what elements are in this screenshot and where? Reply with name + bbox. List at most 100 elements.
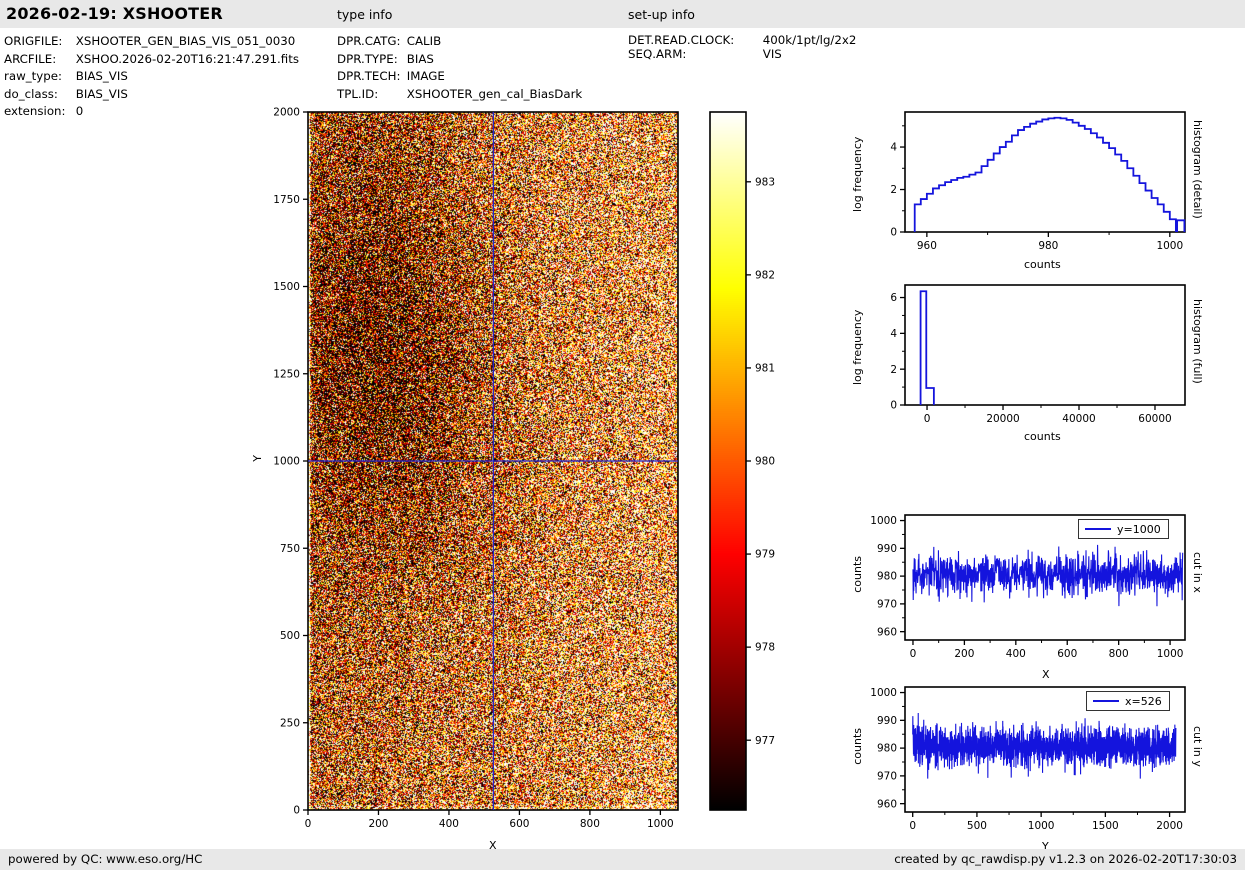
svg-text:1500: 1500	[273, 281, 300, 293]
svg-text:978: 978	[755, 642, 775, 654]
field-label: DPR.TYPE:	[337, 51, 398, 66]
type-info-heading: type info	[337, 7, 393, 22]
svg-text:60000: 60000	[1138, 413, 1171, 425]
svg-text:600: 600	[1057, 648, 1077, 660]
field-value: 400k/1pt/lg/2x2	[762, 33, 857, 47]
svg-text:960: 960	[877, 626, 897, 638]
svg-text:990: 990	[877, 715, 897, 727]
field-label: do_class:	[4, 86, 58, 101]
svg-text:982: 982	[755, 269, 775, 281]
legend-label: x=526	[1125, 694, 1162, 708]
cut-in-y-side-label: cut in y	[1191, 726, 1204, 767]
svg-text:1250: 1250	[273, 368, 300, 380]
hist-full-ylabel: log frequency	[851, 309, 864, 385]
svg-text:40000: 40000	[1062, 413, 1095, 425]
svg-text:1000: 1000	[1157, 648, 1184, 660]
field-label: DPR.TECH:	[337, 69, 401, 83]
svg-text:500: 500	[967, 820, 987, 832]
svg-text:1000: 1000	[1028, 820, 1055, 832]
footer-bar: powered by QC: www.eso.org/HC created by…	[0, 849, 1245, 870]
info-row-seqarm: SEQ.ARM: VIS	[628, 47, 782, 61]
field-value: XSHOOTER_gen_cal_BiasDark	[406, 86, 583, 101]
hist-detail-ylabel: log frequency	[851, 136, 864, 212]
field-value: VIS	[762, 47, 782, 61]
svg-text:970: 970	[877, 770, 897, 782]
svg-text:1000: 1000	[273, 456, 300, 468]
svg-text:4: 4	[890, 142, 897, 154]
field-value: BIAS_VIS	[75, 86, 128, 101]
field-label: extension:	[4, 104, 66, 118]
cut-in-y-legend: x=526	[1086, 691, 1170, 711]
svg-text:979: 979	[755, 549, 775, 561]
footer-powered-by: powered by QC: www.eso.org/HC	[8, 852, 203, 866]
svg-text:980: 980	[877, 571, 897, 583]
svg-text:0: 0	[293, 805, 300, 817]
svg-text:1000: 1000	[1156, 240, 1183, 252]
info-row-doclass: do_class: BIAS_VIS	[4, 87, 128, 101]
field-value: XSHOO.2026-02-20T16:21:47.291.fits	[75, 51, 299, 66]
footer-created-by: created by qc_rawdisp.py v1.2.3 on 2026-…	[894, 852, 1237, 866]
svg-text:250: 250	[280, 717, 300, 729]
cut-in-x-legend: y=1000	[1078, 519, 1169, 539]
setup-info-heading: set-up info	[628, 7, 695, 22]
field-label: DPR.CATG:	[337, 34, 401, 48]
svg-text:0: 0	[910, 648, 917, 660]
field-label: SEQ.ARM:	[628, 47, 687, 61]
svg-text:500: 500	[280, 630, 300, 642]
svg-text:1750: 1750	[273, 194, 300, 206]
info-row-dprtech: DPR.TECH: IMAGE	[337, 69, 445, 83]
svg-text:800: 800	[1109, 648, 1129, 660]
svg-text:2: 2	[890, 364, 897, 376]
bias-image-heatmap	[308, 112, 678, 810]
field-value: XSHOOTER_GEN_BIAS_VIS_051_0030	[75, 34, 296, 48]
info-row-rawtype: raw_type: BIAS_VIS	[4, 69, 128, 83]
field-value: IMAGE	[406, 69, 445, 83]
svg-text:1000: 1000	[870, 515, 897, 527]
colorbar	[710, 112, 746, 810]
svg-text:981: 981	[755, 363, 775, 375]
svg-text:800: 800	[580, 818, 600, 830]
hist-detail-side-label: histogram (detail)	[1191, 120, 1204, 219]
svg-text:983: 983	[755, 176, 775, 188]
svg-text:977: 977	[755, 735, 775, 747]
field-value: BIAS	[406, 51, 434, 66]
svg-text:0: 0	[890, 227, 897, 239]
svg-text:990: 990	[877, 543, 897, 555]
svg-text:0: 0	[890, 400, 897, 412]
svg-text:0: 0	[305, 818, 312, 830]
page-title: 2026-02-19: XSHOOTER	[6, 4, 223, 23]
info-row-extension: extension: 0	[4, 104, 83, 118]
svg-text:1500: 1500	[1092, 820, 1119, 832]
field-label: DET.READ.CLOCK:	[628, 33, 735, 47]
cut-in-x-xlabel: X	[1042, 668, 1050, 681]
svg-text:970: 970	[877, 598, 897, 610]
svg-text:200: 200	[954, 648, 974, 660]
field-value: CALIB	[406, 34, 442, 48]
info-row-tplid: TPL.ID: XSHOOTER_gen_cal_BiasDark	[337, 87, 582, 101]
cut-in-y-ylabel: counts	[851, 728, 864, 765]
main-ylabel: Y	[251, 455, 264, 462]
svg-text:600: 600	[509, 818, 529, 830]
cut-in-x-side-label: cut in x	[1191, 552, 1204, 593]
hist-full-side-label: histogram (full)	[1191, 299, 1204, 384]
info-row-origfile: ORIGFILE: XSHOOTER_GEN_BIAS_VIS_051_0030	[4, 34, 295, 48]
info-row-readclock: DET.READ.CLOCK: 400k/1pt/lg/2x2	[628, 33, 856, 47]
svg-text:980: 980	[755, 456, 775, 468]
svg-text:980: 980	[877, 743, 897, 755]
svg-text:400: 400	[1006, 648, 1026, 660]
svg-text:200: 200	[368, 818, 388, 830]
field-label: raw_type:	[4, 69, 62, 83]
legend-label: y=1000	[1117, 522, 1161, 536]
svg-text:0: 0	[909, 820, 916, 832]
hist-detail-xlabel: counts	[1024, 258, 1061, 271]
svg-text:0: 0	[924, 413, 931, 425]
legend-line-sample	[1085, 528, 1111, 530]
legend-line-sample	[1093, 700, 1119, 702]
header-bar: 2026-02-19: XSHOOTER type info set-up in…	[0, 0, 1245, 28]
svg-text:1000: 1000	[870, 687, 897, 699]
svg-text:4: 4	[890, 328, 897, 340]
field-label: ORIGFILE:	[4, 34, 63, 48]
info-row-dprtype: DPR.TYPE: BIAS	[337, 52, 434, 66]
hist-full-xlabel: counts	[1024, 430, 1061, 443]
svg-text:20000: 20000	[986, 413, 1019, 425]
